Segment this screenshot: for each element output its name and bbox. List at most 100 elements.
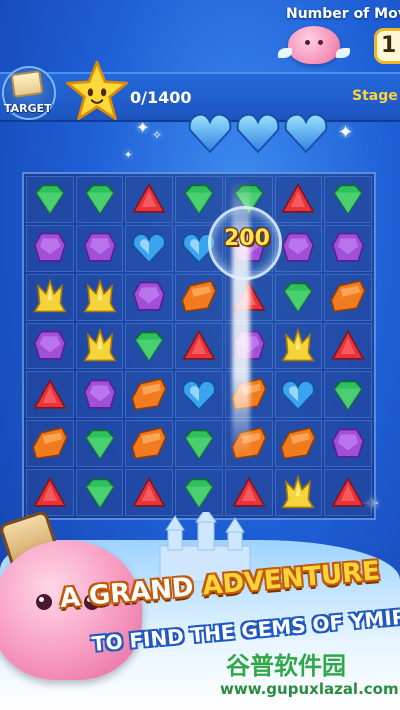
red-gem-icon [33, 378, 67, 409]
board-cell[interactable] [324, 469, 372, 516]
purple-gem-icon [332, 428, 365, 458]
red-gem-icon [132, 183, 166, 214]
stage-label: Stage : [352, 88, 400, 104]
red-gem-icon [182, 329, 216, 360]
blue-heart-gem-icon [281, 380, 315, 411]
yellow-gem-icon [82, 327, 117, 362]
green-gem-icon [84, 185, 115, 216]
board-cell[interactable] [125, 371, 174, 419]
board-cell[interactable] [75, 469, 124, 516]
gem-board [22, 172, 376, 520]
board-cell[interactable] [175, 176, 223, 223]
board-cell[interactable] [274, 273, 323, 321]
poring-mascot-icon [278, 26, 350, 64]
board-cell[interactable] [175, 469, 223, 516]
score-progress: 0/1400 [130, 88, 192, 107]
board-cell[interactable] [75, 420, 124, 468]
board-cell[interactable] [324, 420, 372, 468]
orange-gem-icon [181, 280, 217, 313]
board-cell[interactable] [274, 224, 323, 272]
board-cell[interactable] [125, 420, 174, 468]
red-gem-icon [331, 476, 365, 507]
wing-icon [278, 48, 292, 58]
board-cell[interactable] [26, 273, 74, 321]
board-cell[interactable] [26, 322, 74, 370]
board-cell[interactable] [75, 322, 124, 370]
eye-icon [36, 594, 52, 610]
board-cell[interactable] [125, 273, 174, 321]
green-gem-icon [333, 380, 363, 411]
blue-heart-gems-icon [188, 113, 328, 154]
red-gem-icon [331, 329, 365, 360]
watermark-url: www.gupuxlazal.com [220, 680, 399, 698]
board-cell[interactable] [26, 420, 74, 468]
board-cell[interactable] [125, 176, 174, 223]
purple-gem-icon [133, 281, 166, 311]
board-cell[interactable] [26, 176, 74, 223]
sparkle-icon: ✦ [338, 122, 354, 143]
board-cell[interactable] [274, 371, 323, 419]
orange-gem-icon [330, 280, 366, 313]
board-cell[interactable] [75, 224, 124, 272]
eye-icon [318, 40, 323, 45]
eye-icon [305, 40, 310, 45]
red-gem-icon [132, 476, 166, 507]
board-cell[interactable] [175, 371, 223, 419]
score-popup: 200 [224, 226, 270, 251]
board-cell[interactable] [274, 469, 323, 516]
purple-gem-icon [83, 379, 116, 409]
orange-gem-icon [280, 426, 317, 459]
wing-icon [336, 48, 350, 58]
board-cell[interactable] [324, 176, 372, 223]
orange-gem-icon [131, 426, 167, 459]
board-cell[interactable] [274, 176, 323, 223]
green-gem-icon [184, 478, 214, 509]
sparkle-icon: ✦ [124, 150, 133, 161]
board-cell[interactable] [324, 371, 372, 419]
scroll-icon [10, 70, 44, 98]
purple-gem-icon [83, 233, 116, 262]
green-gem-icon [84, 429, 115, 460]
yellow-gem-icon [82, 278, 117, 313]
red-gem-icon [281, 183, 315, 214]
board-cell[interactable] [125, 322, 174, 370]
moves-label: Number of Mov [286, 6, 400, 22]
green-gem-icon [134, 331, 164, 362]
orange-gem-icon [131, 377, 167, 411]
green-gem-icon [333, 185, 363, 216]
moves-count: 1 [374, 28, 400, 64]
board-cell[interactable] [26, 469, 74, 516]
green-gem-icon [283, 282, 314, 313]
board-cell[interactable] [324, 322, 372, 370]
board-cell[interactable] [274, 322, 323, 370]
board-cell[interactable] [224, 469, 273, 516]
blue-heart-gem-icon [132, 233, 166, 264]
red-gem-icon [33, 476, 67, 507]
board-cell[interactable] [324, 273, 372, 321]
board-cell[interactable] [26, 371, 74, 419]
watermark-logo: 谷普软件园 [226, 652, 346, 680]
board-cell[interactable] [324, 224, 372, 272]
board-cell[interactable] [175, 273, 223, 321]
board-cell[interactable] [75, 273, 124, 321]
sparkle-icon: ✧ [152, 128, 163, 142]
purple-gem-icon [282, 233, 315, 262]
purple-gem-icon [33, 330, 66, 360]
yellow-gem-icon [281, 327, 316, 362]
green-gem-icon [184, 185, 214, 216]
board-cell[interactable] [125, 224, 174, 272]
green-gem-icon [35, 185, 65, 216]
board-cell[interactable] [175, 420, 223, 468]
green-gem-icon [184, 429, 214, 460]
red-gem-icon [232, 476, 266, 507]
purple-gem-icon [332, 233, 365, 262]
purple-gem-icon [33, 233, 66, 262]
yellow-gem-icon [33, 278, 67, 313]
board-cell[interactable] [175, 322, 223, 370]
board-cell[interactable] [75, 371, 124, 419]
board-cell[interactable] [26, 224, 74, 272]
board-cell[interactable] [274, 420, 323, 468]
board-cell[interactable] [75, 176, 124, 223]
board-cell[interactable] [125, 469, 174, 516]
orange-gem-icon [32, 426, 68, 459]
